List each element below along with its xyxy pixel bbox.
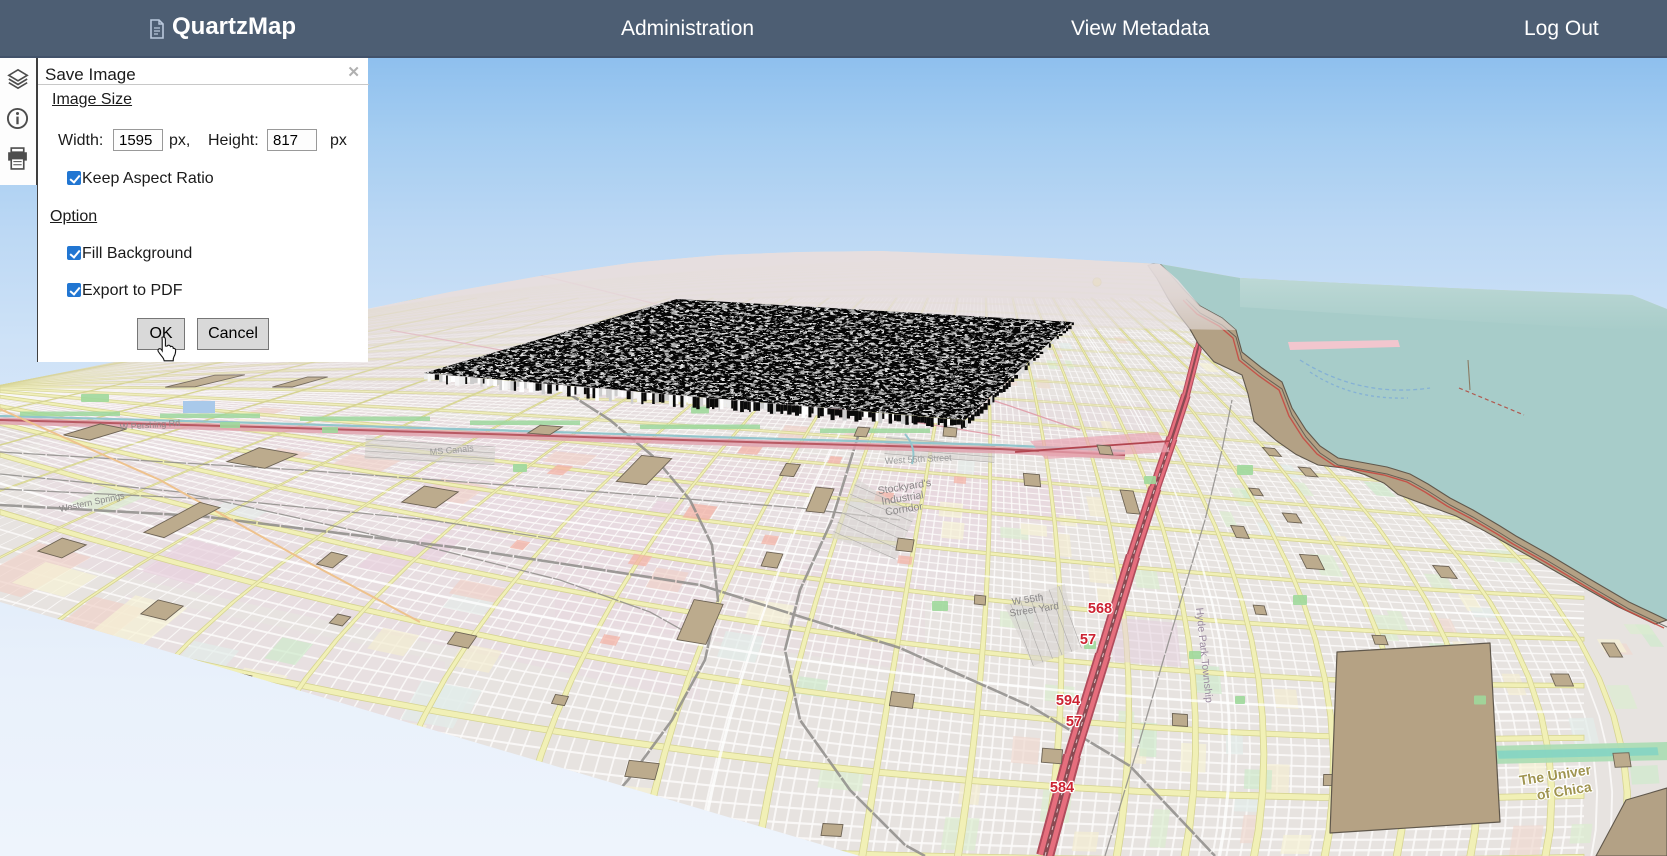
svg-text:57: 57: [1080, 632, 1096, 648]
svg-text:584: 584: [1050, 780, 1074, 796]
svg-text:568: 568: [1088, 601, 1112, 617]
svg-text:57: 57: [1066, 714, 1082, 730]
svg-text:594: 594: [1056, 693, 1080, 709]
